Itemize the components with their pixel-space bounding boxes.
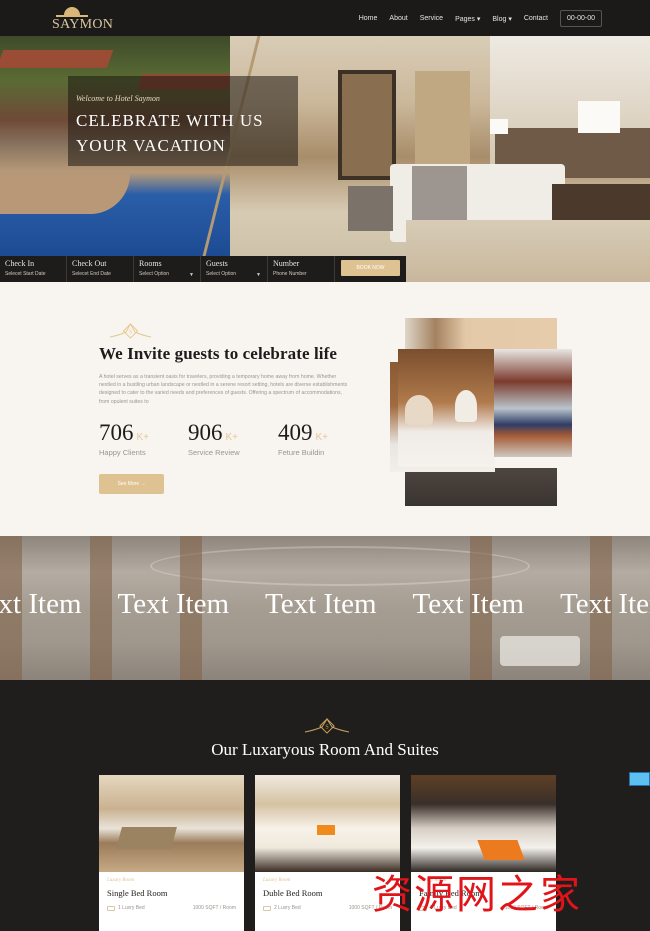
check-out-input[interactable]: Selecet End Date bbox=[72, 271, 128, 277]
bed-runner-shape bbox=[412, 166, 467, 221]
number-label: Number bbox=[273, 259, 300, 268]
logo[interactable]: SAYMON bbox=[52, 5, 124, 33]
ornament-icon: S bbox=[304, 718, 350, 734]
nav-service[interactable]: Service bbox=[420, 15, 443, 22]
room-tag: Luxury Room bbox=[107, 878, 135, 883]
rooms-field[interactable]: Rooms Select Option ▼ bbox=[134, 256, 201, 282]
room-size: 1000 SQFT / Room bbox=[192, 905, 236, 911]
rooms-label: Rooms bbox=[139, 259, 162, 268]
check-in-field[interactable]: Check In Selecet Start Date bbox=[0, 256, 67, 282]
check-out-label: Check Out bbox=[72, 259, 107, 268]
nav-home[interactable]: Home bbox=[359, 15, 378, 22]
lamp-shape bbox=[578, 101, 620, 133]
number-field[interactable]: Number Phone Number bbox=[268, 256, 335, 282]
guests-select[interactable]: Select Option bbox=[206, 271, 262, 277]
nav-contact[interactable]: Contact bbox=[524, 15, 548, 22]
stat-suffix: K+ bbox=[136, 432, 150, 443]
bed-runner-shape bbox=[116, 827, 177, 849]
bed-runner-shape bbox=[477, 840, 525, 860]
site-header: SAYMON Home About Service Pages ▾ Blog ▾… bbox=[0, 0, 650, 36]
person-shape bbox=[455, 390, 477, 422]
stat-feature-building: 409 K+ Feture Buildin bbox=[278, 420, 328, 457]
room-image[interactable] bbox=[99, 775, 244, 872]
stat-label: Feture Buildin bbox=[278, 448, 325, 457]
about-text: A hotel serves as a transient oasis for … bbox=[99, 374, 348, 405]
reception-desk-shape bbox=[500, 636, 580, 666]
logo-text: SAYMON bbox=[52, 17, 114, 32]
bench-shape bbox=[348, 186, 393, 231]
stat-service-review: 906 K+ Service Review bbox=[188, 420, 240, 457]
stat-value: 706 bbox=[99, 420, 134, 445]
hero-title-line1: CELEBRATE WITH US bbox=[76, 111, 264, 130]
phone-button[interactable]: 00-00-00 bbox=[559, 10, 602, 27]
main-nav: Home About Service Pages ▾ Blog ▾ Contac… bbox=[347, 10, 602, 27]
room-image[interactable] bbox=[411, 775, 556, 872]
chevron-down-icon[interactable]: ▼ bbox=[189, 272, 194, 278]
check-in-label: Check In bbox=[5, 259, 35, 268]
ornament-icon: S bbox=[109, 322, 152, 339]
marquee-item: Text Item bbox=[0, 588, 82, 620]
stat-suffix: K+ bbox=[225, 432, 239, 443]
mirror-shape bbox=[415, 71, 470, 171]
bed-icon bbox=[263, 905, 271, 911]
svg-text:S: S bbox=[129, 330, 132, 336]
stat-label: Service Review bbox=[188, 448, 240, 457]
nav-pages[interactable]: Pages ▾ bbox=[455, 15, 480, 23]
weather-widget-icon[interactable] bbox=[629, 772, 650, 786]
nav-about[interactable]: About bbox=[389, 15, 407, 22]
pillow-shape bbox=[317, 825, 335, 835]
marquee-item: Text Item bbox=[560, 588, 650, 620]
hero-subtitle: Welcome to Hotel Saymon bbox=[76, 94, 160, 103]
see-more-button[interactable]: See More → bbox=[99, 474, 164, 494]
roof-shape bbox=[0, 50, 114, 68]
room-image[interactable] bbox=[255, 775, 400, 872]
rooms-title: Our Luxaryous Room And Suites bbox=[211, 740, 439, 759]
rooms-select[interactable]: Select Option bbox=[139, 271, 195, 277]
hero-floor-area bbox=[406, 220, 650, 282]
stat-value: 409 bbox=[278, 420, 313, 445]
about-title: We Invite guests to celebrate life bbox=[99, 344, 338, 363]
guests-label: Guests bbox=[206, 259, 228, 268]
check-out-field[interactable]: Check Out Selecet End Date bbox=[67, 256, 134, 282]
chevron-down-icon[interactable]: ▼ bbox=[256, 272, 261, 278]
hero-title: CELEBRATE WITH US YOUR VACATION bbox=[76, 108, 264, 158]
check-in-input[interactable]: Selecet Start Date bbox=[5, 271, 61, 277]
room-beds: 1 Luxry Bed bbox=[118, 905, 145, 911]
marquee-item: Text Item bbox=[265, 588, 377, 620]
lamp-shape bbox=[490, 119, 508, 134]
marquee-item: Text Item bbox=[117, 588, 230, 620]
marquee-track: Text Item Text Item Text Item Text Item … bbox=[0, 588, 650, 621]
logo-sun-icon bbox=[64, 7, 80, 15]
phone-number-input[interactable]: Phone Number bbox=[273, 271, 329, 277]
room-beds: 2 Luxry Bed bbox=[274, 905, 301, 911]
stat-label: Happy Clients bbox=[99, 448, 146, 457]
watermark-text: 资源网之家 bbox=[372, 872, 582, 918]
pool-deck-shape bbox=[0, 174, 130, 214]
book-now-button[interactable]: BOOK NOW bbox=[341, 260, 400, 276]
stat-value: 906 bbox=[188, 420, 223, 445]
stat-suffix: K+ bbox=[315, 432, 329, 443]
person-shape bbox=[405, 395, 433, 425]
bed-icon bbox=[107, 905, 115, 911]
collage-image-bottom bbox=[405, 468, 557, 506]
collage-image-bedroom bbox=[494, 349, 572, 457]
door-shape bbox=[338, 70, 396, 180]
hero-title-line2: YOUR VACATION bbox=[76, 136, 226, 155]
guests-field[interactable]: Guests Select Option ▼ bbox=[201, 256, 268, 282]
marquee-item: Text Item bbox=[412, 588, 525, 620]
room-card-single[interactable]: Luxury Room Single Bed Room 1 Luxry Bed … bbox=[99, 775, 244, 931]
nav-blog[interactable]: Blog ▾ bbox=[492, 15, 511, 23]
stat-happy-clients: 706 K+ Happy Clients bbox=[99, 420, 149, 457]
room-name[interactable]: Single Bed Room bbox=[107, 888, 236, 898]
svg-text:S: S bbox=[325, 725, 328, 731]
